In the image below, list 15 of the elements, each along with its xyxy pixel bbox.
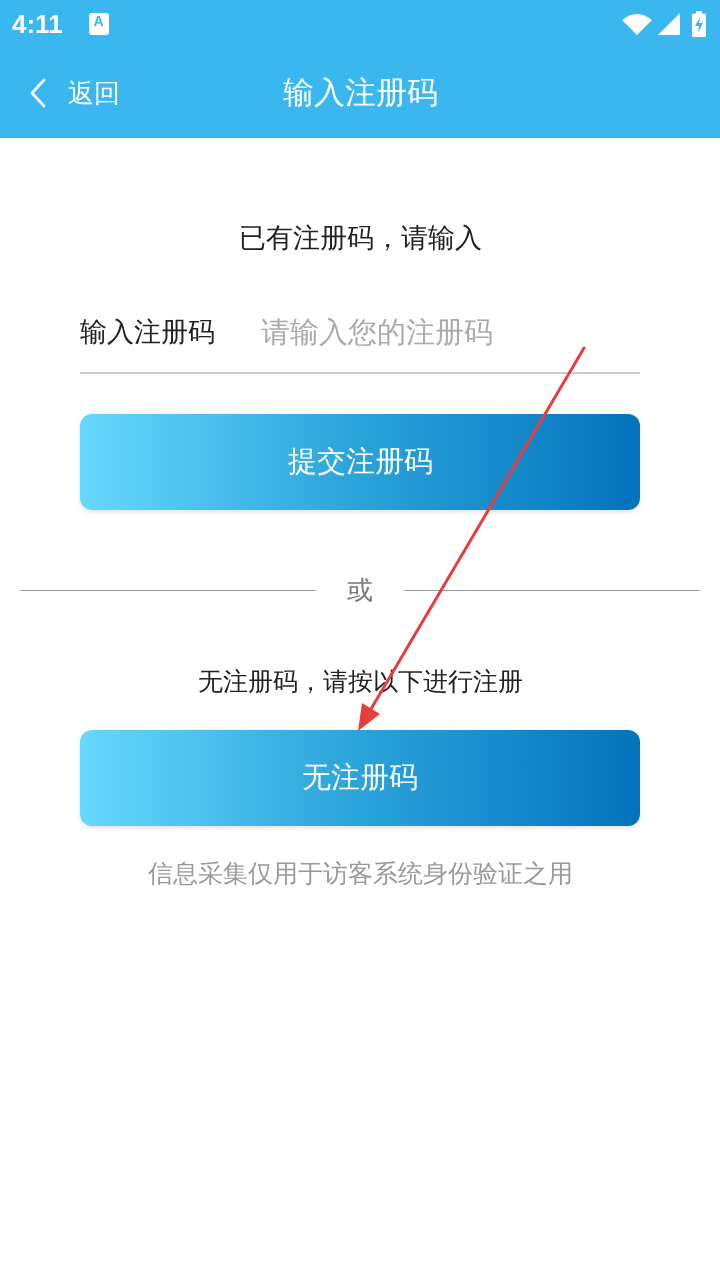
app-notification-icon: A — [88, 13, 109, 35]
submit-code-button[interactable]: 提交注册码 — [80, 414, 640, 510]
signal-icon — [658, 13, 680, 35]
registration-code-input[interactable]: 请输入您的注册码 — [261, 311, 640, 353]
wifi-icon — [622, 13, 652, 35]
back-button[interactable]: 返回 — [24, 71, 126, 115]
or-separator: 或 — [346, 573, 374, 607]
existing-code-prompt: 已有注册码，请输入 — [238, 221, 482, 255]
chevron-left-icon — [30, 78, 46, 108]
battery-charging-icon — [692, 11, 706, 37]
no-code-button[interactable]: 无注册码 — [80, 730, 640, 826]
field-label: 输入注册码 — [80, 315, 216, 349]
privacy-note: 信息采集仅用于访客系统身份验证之用 — [147, 858, 573, 890]
status-time: 4:11 — [12, 8, 63, 40]
page-title: 输入注册码 — [282, 73, 438, 112]
